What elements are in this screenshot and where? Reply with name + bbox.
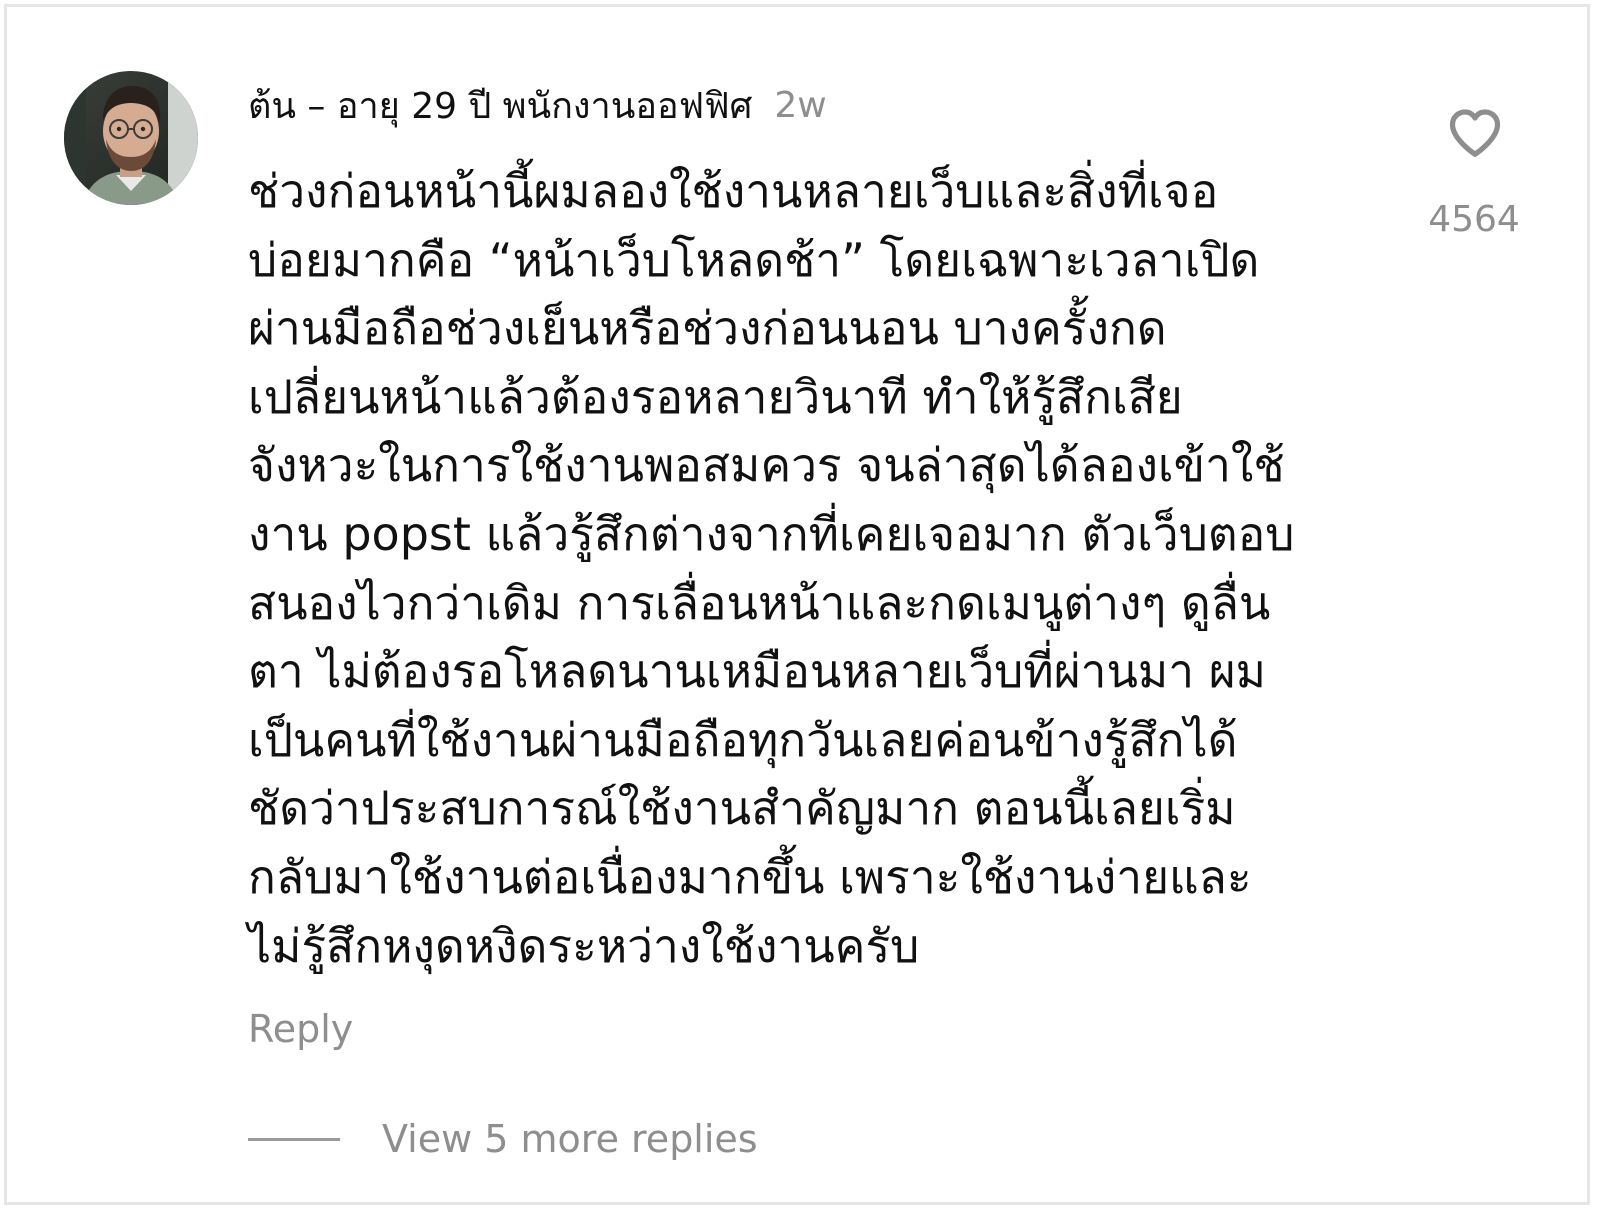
like-button[interactable] [1444, 103, 1506, 163]
avatar[interactable] [64, 71, 198, 205]
view-more-replies-button[interactable]: View 5 more replies [248, 1113, 758, 1165]
avatar-image [64, 71, 198, 205]
username[interactable]: ต้น – อายุ 29 ปี พนักงานออฟฟิศ [248, 77, 752, 134]
comment-line: ช่วงก่อนหน้านี้ผมลองใช้งานหลายเว็บและสิ่… [248, 164, 1219, 218]
comment-line: เป็นคนที่ใช้งานผ่านมือถือทุกวันเลยค่อนข้… [248, 712, 1238, 767]
reply-button[interactable]: Reply [248, 1007, 353, 1051]
comment-line: ชัดว่าประสบการณ์ใช้งานสำคัญมาก ตอนนี้เลย… [248, 781, 1236, 836]
comment-line: ไม่รู้สึกหงุดหงิดระหว่างใช้งานครับ [248, 918, 920, 973]
view-more-replies-label: View 5 more replies [382, 1117, 758, 1161]
comment-line: สนองไวกว่าเดิม การเลื่อนหน้าและกดเมนูต่า… [248, 575, 1271, 630]
comment-line: บ่อยมากคือ “หน้าเว็บโหลดช้า” โดยเฉพาะเวล… [248, 232, 1260, 287]
replies-divider [248, 1137, 340, 1141]
comment-line: เปลี่ยนหน้าแล้วต้องรอหลายวินาที ทำให้รู้… [248, 369, 1183, 424]
comment-card: ต้น – อายุ 29 ปี พนักงานออฟฟิศ 2w ช่วงก่… [4, 4, 1590, 1205]
comment-line: งาน popst แล้วรู้สึกต่างจากที่เคยเจอมาก … [248, 506, 1295, 561]
heart-outline-icon [1449, 109, 1501, 157]
comment-line: ผ่านมือถือช่วงเย็นหรือช่วงก่อนนอน บางครั… [248, 301, 1167, 356]
comment-line: ตา ไม่ต้องรอโหลดนานเหมือนหลายเว็บที่ผ่าน… [248, 644, 1266, 699]
like-count: 4564 [1428, 199, 1520, 240]
comment-line: จังหวะในการใช้งานพอสมควร จนล่าสุดได้ลองเ… [248, 438, 1285, 493]
timestamp: 2w [774, 84, 827, 126]
comment-text: ช่วงก่อนหน้านี้ผมลองใช้งานหลายเว็บและสิ่… [248, 157, 1378, 980]
comment-line: กลับมาใช้งานต่อเนื่องมากขึ้น เพราะใช้งาน… [248, 849, 1252, 904]
comment-header: ต้น – อายุ 29 ปี พนักงานออฟฟิศ 2w [248, 77, 827, 133]
